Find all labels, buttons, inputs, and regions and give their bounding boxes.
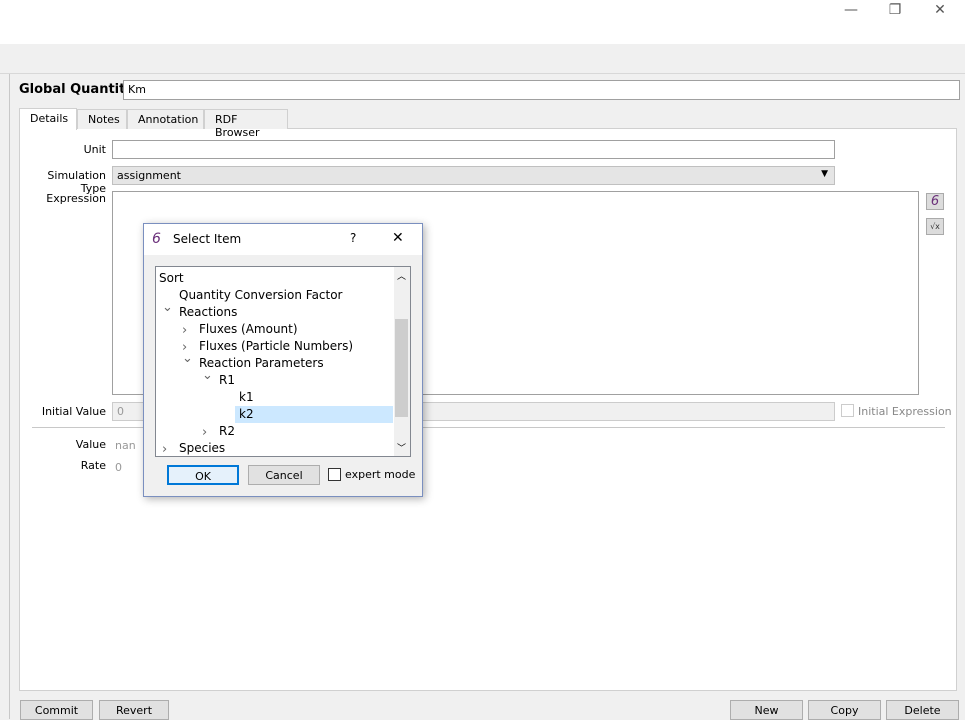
commit-button[interactable]: Commit xyxy=(20,700,93,720)
select-item-dialog: 6 Select Item ? ✕ ^ Sort Quantity Conver… xyxy=(143,223,423,497)
value-label: Value xyxy=(75,438,106,451)
restore-button[interactable]: ❐ xyxy=(880,2,910,20)
unit-label: Unit xyxy=(83,143,106,156)
minimize-button[interactable]: — xyxy=(836,2,866,20)
rate-readout: 0 xyxy=(115,461,122,474)
title-bar xyxy=(0,0,965,44)
tree-item[interactable]: Reaction Parameters xyxy=(199,356,324,370)
initial-expression-label: Initial Expression xyxy=(858,405,952,418)
chevron-right-icon[interactable]: › xyxy=(162,442,167,456)
delete-button[interactable]: Delete xyxy=(886,700,959,720)
help-button[interactable]: ? xyxy=(350,231,356,245)
chevron-down-icon: ▼ xyxy=(821,169,828,179)
formula-icon[interactable]: √x xyxy=(926,218,944,235)
close-dialog-button[interactable]: ✕ xyxy=(392,230,404,246)
ok-button[interactable]: OK xyxy=(167,465,239,485)
cancel-button[interactable]: Cancel xyxy=(248,465,320,485)
global-quantity-name-input[interactable]: Km xyxy=(123,80,960,100)
rate-label: Rate xyxy=(80,459,106,472)
object-select-icon[interactable]: 6 xyxy=(926,193,944,210)
initial-value-label: Initial Value xyxy=(41,405,106,418)
tab-rdf-browser[interactable]: RDF Browser xyxy=(204,109,288,139)
sort-indicator-icon: ^ xyxy=(270,266,278,274)
chevron-right-icon[interactable]: › xyxy=(182,323,187,338)
tree-item[interactable]: Reactions xyxy=(179,305,237,319)
expert-mode-checkbox[interactable] xyxy=(328,468,341,481)
unit-input[interactable] xyxy=(112,140,835,159)
scrollbar-thumb[interactable] xyxy=(395,319,408,417)
close-window-button[interactable]: ✕ xyxy=(925,2,955,20)
tab-notes[interactable]: Notes xyxy=(77,109,127,129)
chevron-down-icon[interactable]: ⌄ xyxy=(182,351,193,366)
tree-item[interactable]: Species xyxy=(179,441,225,455)
tree-item[interactable]: Quantity Conversion Factor xyxy=(179,288,343,302)
scroll-down-icon[interactable]: ﹀ xyxy=(397,441,406,454)
initial-expression-checkbox[interactable] xyxy=(841,404,854,417)
scroll-up-icon[interactable]: ︿ xyxy=(397,269,406,282)
tree-item[interactable]: k1 xyxy=(239,390,254,404)
simulation-type-select[interactable]: assignment ▼ xyxy=(112,166,835,185)
toolbar-band xyxy=(0,44,965,74)
chevron-down-icon[interactable]: ⌄ xyxy=(202,368,213,383)
revert-button[interactable]: Revert xyxy=(99,700,169,720)
expert-mode-label: expert mode xyxy=(345,468,416,481)
expression-label: Expression xyxy=(46,192,106,205)
tree-item[interactable]: R2 xyxy=(219,424,235,438)
sort-header[interactable]: Sort xyxy=(159,271,184,285)
chevron-right-icon[interactable]: › xyxy=(202,425,207,440)
tree-item[interactable]: R1 xyxy=(219,373,235,387)
new-button[interactable]: New xyxy=(730,700,803,720)
tab-details[interactable]: Details xyxy=(19,108,77,130)
copy-button[interactable]: Copy xyxy=(808,700,881,720)
dialog-title: Select Item xyxy=(173,232,242,246)
selection-highlight xyxy=(235,406,393,423)
global-quantity-label: Global Quantity xyxy=(19,82,134,97)
tree-item[interactable]: Fluxes (Particle Numbers) xyxy=(199,339,353,353)
simulation-type-value: assignment xyxy=(117,169,181,182)
tree-item[interactable]: Fluxes (Amount) xyxy=(199,322,298,336)
tab-annotation[interactable]: Annotation xyxy=(127,109,204,129)
tree-item[interactable]: k2 xyxy=(239,407,254,421)
item-tree[interactable]: ^ Sort Quantity Conversion Factor ⌄ Reacti… xyxy=(155,266,411,457)
copasi-icon: 6 xyxy=(152,231,161,247)
tree-scrollbar[interactable]: ︿ ﹀ xyxy=(394,267,410,456)
chevron-down-icon[interactable]: ⌄ xyxy=(162,300,173,315)
value-readout: nan xyxy=(115,439,136,452)
